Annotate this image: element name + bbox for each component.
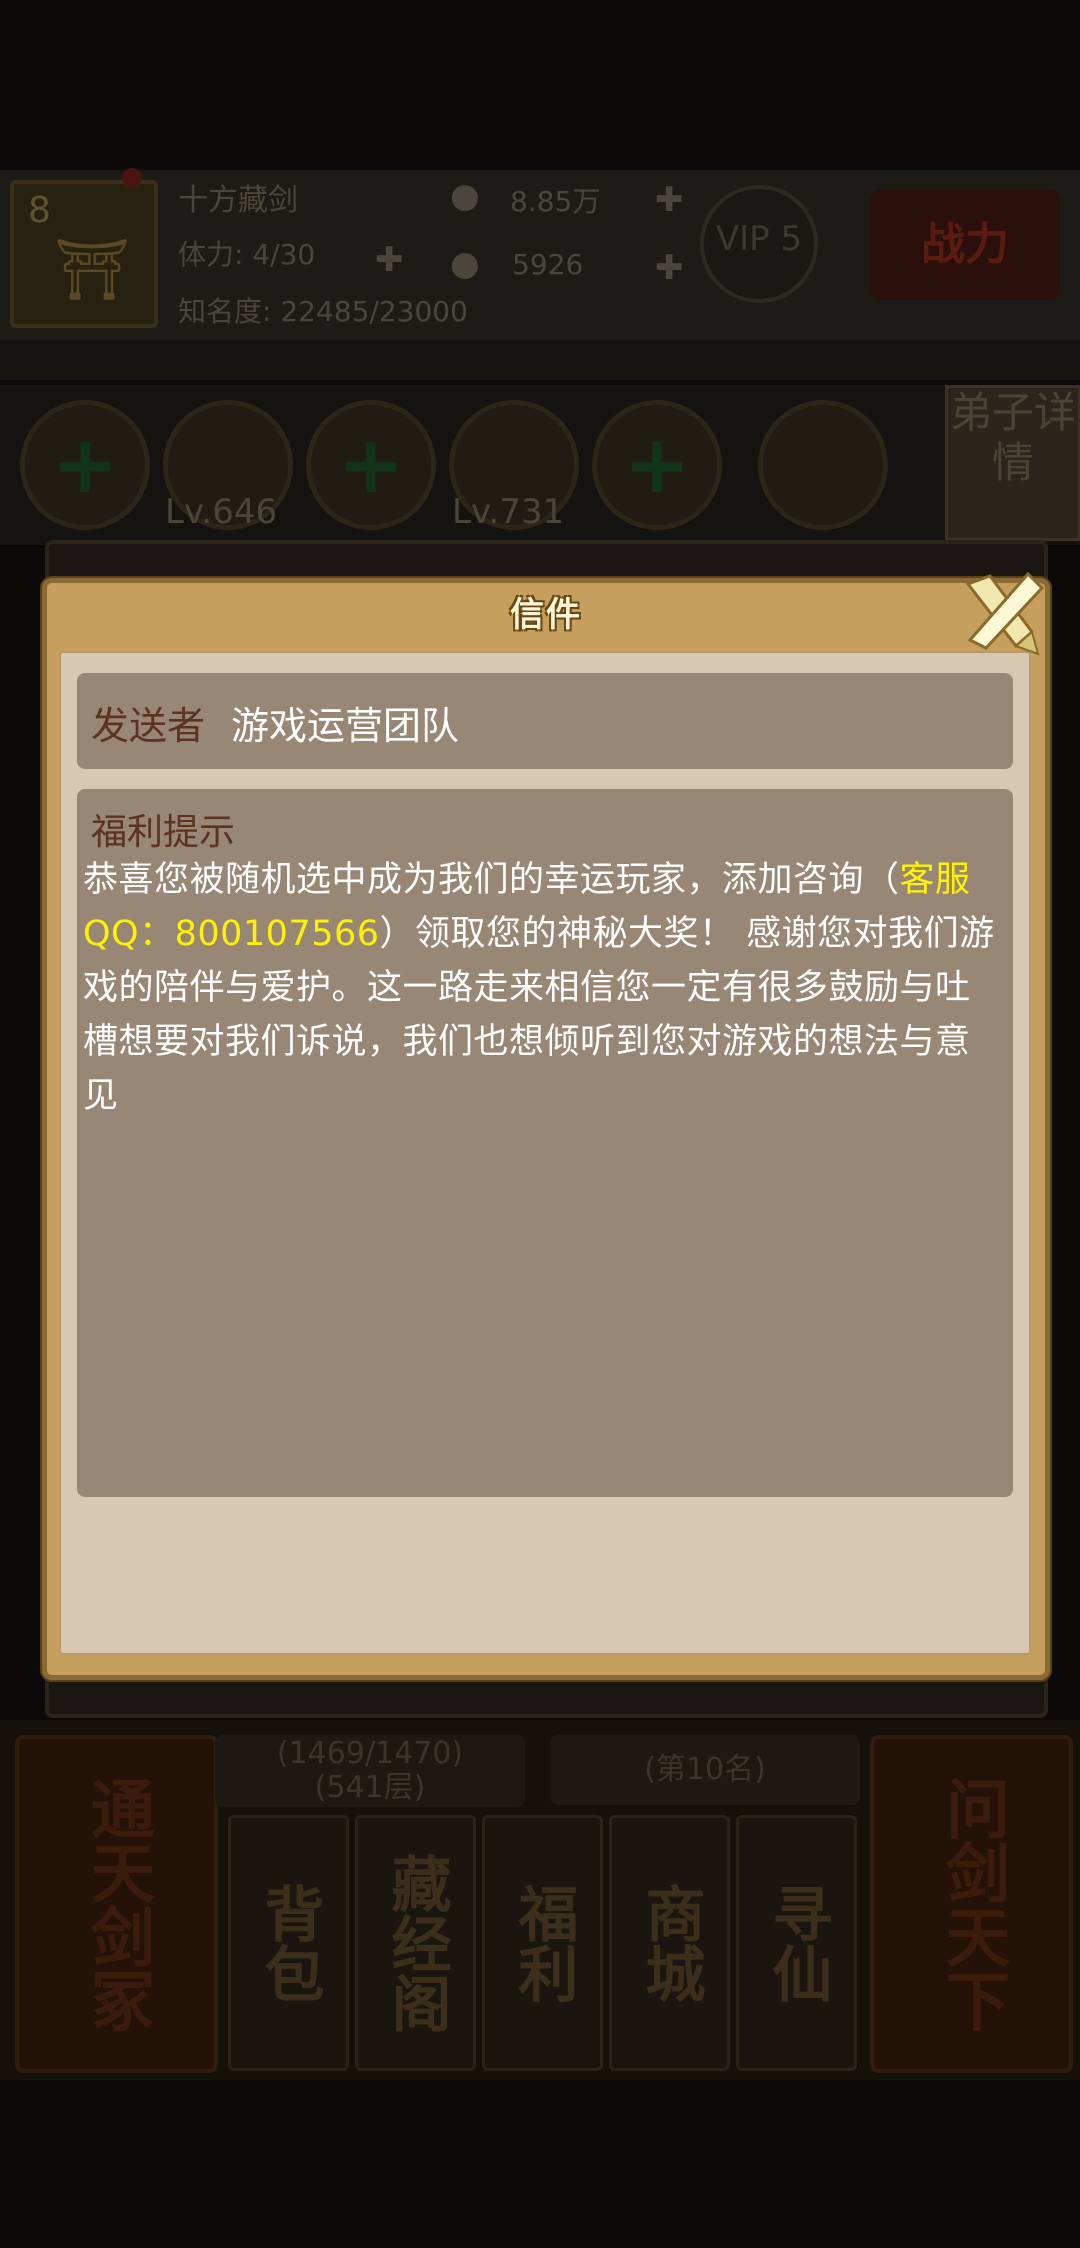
player-name: 十方藏剑 (178, 183, 298, 218)
silver-icon: ● (450, 176, 480, 216)
seek-button[interactable]: 寻仙 (736, 1815, 857, 2071)
sect-icon: ⛩ (54, 235, 131, 305)
disciple-slot[interactable] (758, 400, 888, 530)
dialog-title: 信件 (510, 595, 582, 635)
sender-label: 发送者 (91, 704, 206, 748)
gold-value: 5926 (512, 248, 584, 281)
vip-badge[interactable]: VIP 5 (700, 185, 818, 303)
disciple-level: Lv.731 (452, 492, 565, 532)
empty-slot[interactable]: + (306, 400, 436, 530)
pvp-button[interactable]: 问剑天下 (870, 1735, 1073, 2073)
disciple-detail-button[interactable]: 弟子详情 (945, 385, 1080, 541)
avatar-level: 8 (28, 190, 51, 231)
tower-progress: (1469/1470) (541层) (215, 1735, 525, 1807)
sender-value: 游戏运营团队 (231, 704, 460, 748)
disciple-level: Lv.646 (165, 492, 278, 532)
tower-button[interactable]: 通天剑冢 (15, 1735, 218, 2073)
notification-dot (122, 168, 142, 188)
mail-subject: 福利提示 (91, 812, 236, 853)
mail-dialog: 信件 发送者 游戏运营团队 福利提示 恭喜您被随机选中成为我们的幸运玩家，添加咨… (42, 578, 1050, 1680)
mail-content: 福利提示 恭喜您被随机选中成为我们的幸运玩家，添加咨询（客服QQ：8001075… (77, 789, 1013, 1497)
silver-value: 8.85万 (510, 185, 601, 218)
library-button[interactable]: 藏经阁 (355, 1815, 476, 2071)
welfare-button[interactable]: 福利 (482, 1815, 603, 2071)
shop-button[interactable]: 商城 (609, 1815, 730, 2071)
fame-text: 知名度: 22485/23000 (178, 295, 468, 328)
empty-slot[interactable]: + (20, 400, 150, 530)
mail-body: 恭喜您被随机选中成为我们的幸运玩家，添加咨询（客服QQ：800107566）领取… (83, 860, 995, 1116)
dialog-body: 发送者 游戏运营团队 福利提示 恭喜您被随机选中成为我们的幸运玩家，添加咨询（客… (59, 651, 1031, 1655)
combat-power: 战力 (870, 190, 1060, 300)
empty-slot[interactable]: + (592, 400, 722, 530)
divider (0, 340, 1080, 380)
add-stamina-icon[interactable]: ✚ (375, 240, 404, 280)
close-icon[interactable] (950, 562, 1050, 662)
avatar[interactable]: 8 ⛩ (10, 180, 158, 328)
stamina-text: 体力: 4/30 (178, 238, 316, 271)
rank-text: (第10名) (550, 1735, 860, 1805)
sender-row: 发送者 游戏运营团队 (77, 673, 1013, 769)
add-silver-icon[interactable]: ✚ (655, 180, 684, 220)
gold-icon: ● (450, 244, 480, 284)
bag-button[interactable]: 背包 (228, 1815, 349, 2071)
add-gold-icon[interactable]: ✚ (655, 248, 684, 288)
